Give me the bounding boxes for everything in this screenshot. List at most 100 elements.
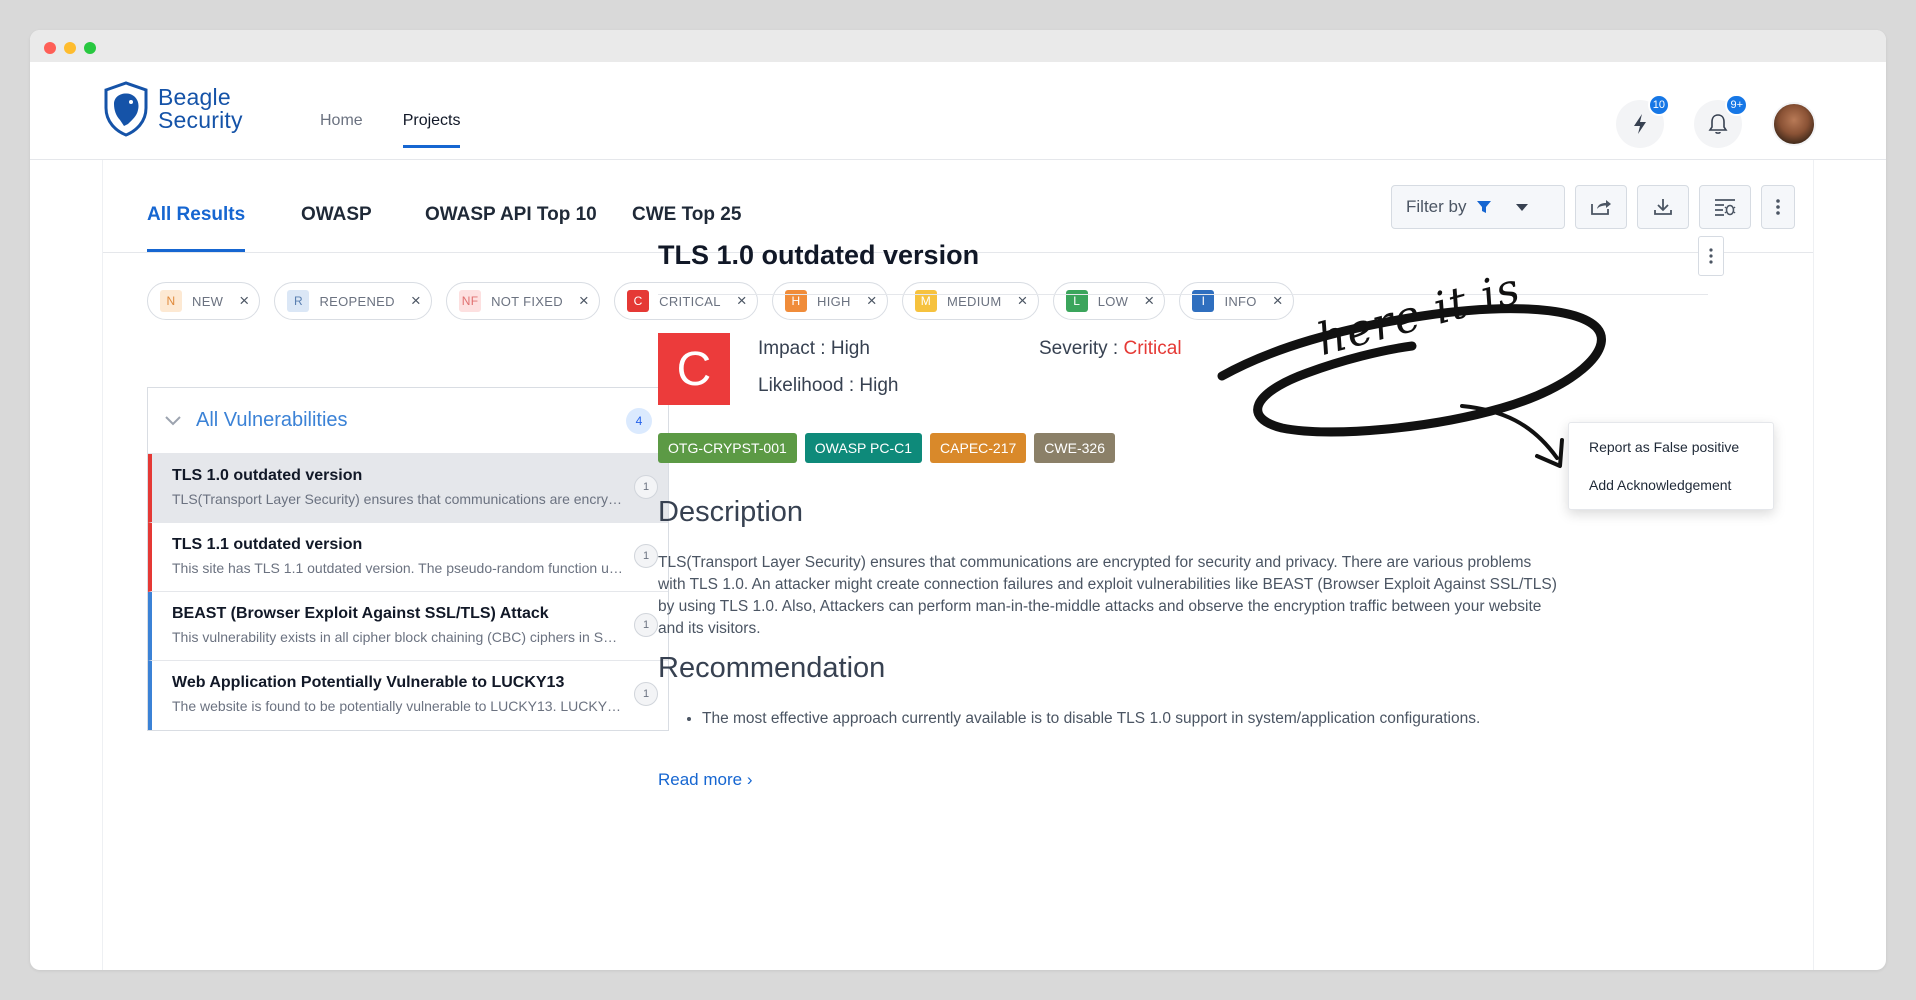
vulnerability-summary: TLS(Transport Layer Security) ensures th… <box>172 491 626 507</box>
vulnerability-count-badge: 4 <box>626 407 652 434</box>
recommendation-item: The most effective approach currently av… <box>702 710 1480 728</box>
vulnerability-name: Web Application Potentially Vulnerable t… <box>172 674 565 691</box>
vulnerability-item-tls11[interactable]: TLS 1.1 outdated version This site has T… <box>148 523 668 592</box>
description-text: TLS(Transport Layer Security) ensures th… <box>658 554 1557 637</box>
reference-tag[interactable]: CWE-326 <box>1034 433 1115 463</box>
filter-chip-medium[interactable]: M MEDIUM × <box>901 282 1039 320</box>
results-toolbar: Filter by <box>1391 185 1795 229</box>
impact-label: Impact : <box>758 338 826 359</box>
tab-cwe-top-25[interactable]: CWE Top 25 <box>632 204 741 226</box>
vulnerability-name: TLS 1.0 outdated version <box>172 467 363 484</box>
vulnerability-list-title: All Vulnerabilities <box>196 409 348 431</box>
tab-all-results[interactable]: All Results <box>147 204 245 226</box>
filter-chip-new[interactable]: N NEW × <box>147 282 261 320</box>
download-icon <box>1654 199 1672 215</box>
description-heading: Description <box>658 496 804 528</box>
beagle-logo-icon <box>104 81 148 137</box>
close-icon[interactable]: × <box>579 291 589 311</box>
more-vertical-icon <box>1709 248 1713 264</box>
read-more-label: Read more <box>658 770 743 789</box>
reference-tag[interactable]: OTG-CRYPST-001 <box>658 433 797 463</box>
active-tab-indicator <box>147 249 245 252</box>
filter-chips: N NEW × R REOPENED × NF NOT FIXED × C CRITICAL × H HI… <box>147 282 1294 320</box>
close-icon[interactable]: × <box>239 291 249 311</box>
detail-title: TLS 1.0 outdated version <box>658 240 980 270</box>
filter-chip-not-fixed[interactable]: NF NOT FIXED × <box>446 282 601 320</box>
brand-logo[interactable]: Beagle Security <box>100 80 243 138</box>
detail-context-menu: Report as False positive Add Acknowledge… <box>1568 422 1774 510</box>
chip-label: NEW <box>192 293 224 309</box>
vulnerability-item-lucky13[interactable]: Web Application Potentially Vulnerable t… <box>148 661 668 730</box>
vulnerability-name: TLS 1.1 outdated version <box>172 536 363 553</box>
read-more-link[interactable]: Read more › <box>658 770 753 790</box>
chip-label: CRITICAL <box>659 293 721 309</box>
chevron-down-icon <box>1516 204 1529 211</box>
notification-count-badge: 9+ <box>1725 94 1748 116</box>
browser-window: Beagle Security Home Projects 10 9+ All … <box>30 30 1886 970</box>
chip-label: INFO <box>1224 293 1257 309</box>
likelihood-label: Likelihood : <box>758 375 855 396</box>
share-button[interactable] <box>1575 185 1627 229</box>
more-options-button[interactable] <box>1761 185 1795 229</box>
filter-chip-high[interactable]: H HIGH × <box>772 282 888 320</box>
impact-value: High <box>830 338 870 359</box>
vulnerability-summary: The website is found to be potentially v… <box>172 698 626 714</box>
minimize-window-dot[interactable] <box>64 42 76 54</box>
recommendation-heading: Recommendation <box>658 652 886 684</box>
reference-tag[interactable]: OWASP PC-C1 <box>804 433 923 463</box>
severity-row: Severity : Critical <box>1039 338 1182 360</box>
chip-letter: NF <box>459 290 482 312</box>
vulnerability-summary: This site has TLS 1.1 outdated version. … <box>172 560 626 576</box>
instance-count: 1 <box>634 475 658 499</box>
chip-letter: R <box>287 290 310 312</box>
severity-value: Critical <box>1123 338 1182 359</box>
tab-owasp[interactable]: OWASP <box>301 204 372 226</box>
lightning-icon <box>1634 114 1646 134</box>
vulnerability-list-header[interactable]: All Vulnerabilities 4 <box>148 388 668 454</box>
filter-chip-info[interactable]: I INFO × <box>1179 282 1294 320</box>
filter-by-label: Filter by <box>1406 197 1467 216</box>
instance-count: 1 <box>634 544 658 568</box>
severity-grade: C <box>658 333 730 405</box>
nav-home[interactable]: Home <box>320 112 363 148</box>
main-nav: Home Projects <box>320 112 500 148</box>
chip-label: LOW <box>1097 293 1129 309</box>
vulnerability-summary: This vulnerability exists in all cipher … <box>172 629 626 645</box>
notifications-button[interactable]: 9+ <box>1694 94 1748 148</box>
filter-chip-reopened[interactable]: R REOPENED × <box>274 282 433 320</box>
download-button[interactable] <box>1637 185 1689 229</box>
maximize-window-dot[interactable] <box>84 42 96 54</box>
report-false-positive-item[interactable]: Report as False positive <box>1589 439 1739 455</box>
app-header: Beagle Security Home Projects 10 9+ <box>30 62 1886 160</box>
likelihood-value: High <box>859 375 899 396</box>
vulnerability-item-tls10[interactable]: TLS 1.0 outdated version TLS(Transport L… <box>148 454 668 523</box>
more-vertical-icon <box>1776 199 1780 215</box>
bug-report-button[interactable] <box>1699 185 1751 229</box>
user-avatar[interactable] <box>1772 102 1816 146</box>
reference-tags: OTG-CRYPST-001 OWASP PC-C1 CAPEC-217 CWE-32… <box>658 433 1115 463</box>
close-window-dot[interactable] <box>44 42 56 54</box>
chip-letter: N <box>160 290 182 312</box>
brand-name-line1: Beagle <box>158 84 231 110</box>
reference-tag[interactable]: CAPEC-217 <box>930 433 1027 463</box>
instance-count: 1 <box>634 682 658 706</box>
bell-icon <box>1708 114 1728 134</box>
instance-count: 1 <box>634 613 658 637</box>
chevron-right-icon: › <box>746 770 753 789</box>
tab-owasp-api-top-10[interactable]: OWASP API Top 10 <box>425 204 597 226</box>
share-icon <box>1591 200 1611 215</box>
filter-chip-low[interactable]: L LOW × <box>1052 282 1166 320</box>
filter-chip-critical[interactable]: C CRITICAL × <box>614 282 758 320</box>
impact-row: Impact : High <box>758 338 870 360</box>
activity-button[interactable]: 10 <box>1616 94 1670 148</box>
chip-label: MEDIUM <box>946 293 1002 309</box>
add-acknowledgement-item[interactable]: Add Acknowledgement <box>1589 477 1731 493</box>
filter-by-button[interactable]: Filter by <box>1391 185 1565 229</box>
vulnerability-item-beast[interactable]: BEAST (Browser Exploit Against SSL/TLS) … <box>148 592 668 661</box>
chevron-down-icon[interactable] <box>164 415 182 427</box>
window-titlebar <box>30 30 1886 62</box>
close-icon[interactable]: × <box>411 291 421 311</box>
bug-list-icon <box>1715 199 1736 216</box>
detail-more-options-button[interactable] <box>1698 236 1724 276</box>
nav-projects[interactable]: Projects <box>402 112 460 148</box>
